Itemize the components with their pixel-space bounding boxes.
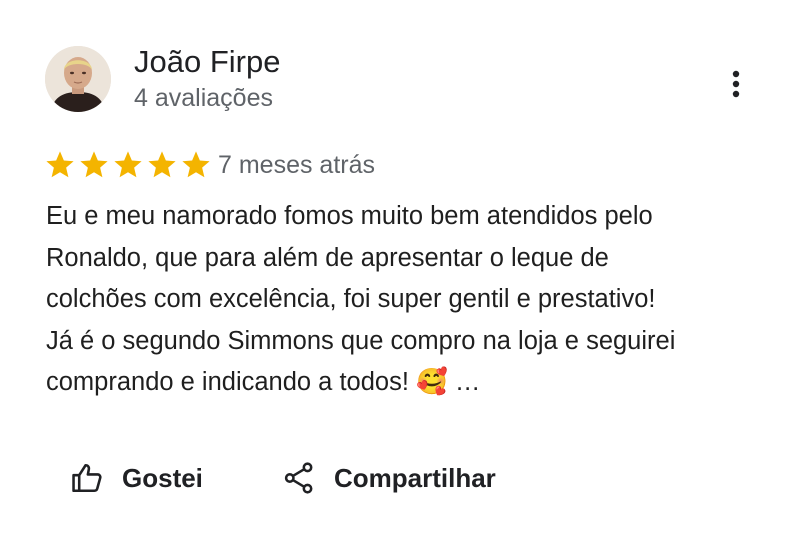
more-vertical-icon [732,70,740,98]
review-text-line: Eu e meu namorado fomos muito bem atendi… [46,202,653,230]
star-rating [44,148,212,182]
review-time-ago: 7 meses atrás [218,151,376,179]
star-filled-icon [80,151,108,178]
reviewer-review-count[interactable]: 4 avaliações [134,82,273,114]
review-text-line: colchões com excelência, foi super genti… [46,285,656,313]
star-filled-icon [114,151,142,178]
read-more-link[interactable]: … [455,368,481,396]
like-label: Gostei [122,462,203,493]
star-filled-icon [182,151,210,178]
reviewer-name[interactable]: João Firpe [134,44,280,80]
more-options-button[interactable] [716,62,756,106]
star-filled-icon [46,151,74,178]
review-text-line: comprando e indicando a todos! 🥰 … [46,362,776,404]
share-icon [284,462,313,494]
avatar-photo [45,46,111,112]
share-label: Compartilhar [334,462,496,493]
share-button[interactable]: Compartilhar [282,456,496,500]
review-text-line: Já é o segundo Simmons que compro na loj… [46,326,676,355]
avatar[interactable] [45,46,111,112]
star-filled-icon [148,151,176,178]
review-text: Eu e meu namorado fomos muito bem atendi… [46,196,776,404]
like-button[interactable]: Gostei [70,456,203,500]
review-text-last: comprando e indicando a todos! 🥰 [46,368,448,396]
review-text-line: Ronaldo, que para além de apresentar o l… [46,243,609,272]
thumbs-up-icon [72,463,102,493]
